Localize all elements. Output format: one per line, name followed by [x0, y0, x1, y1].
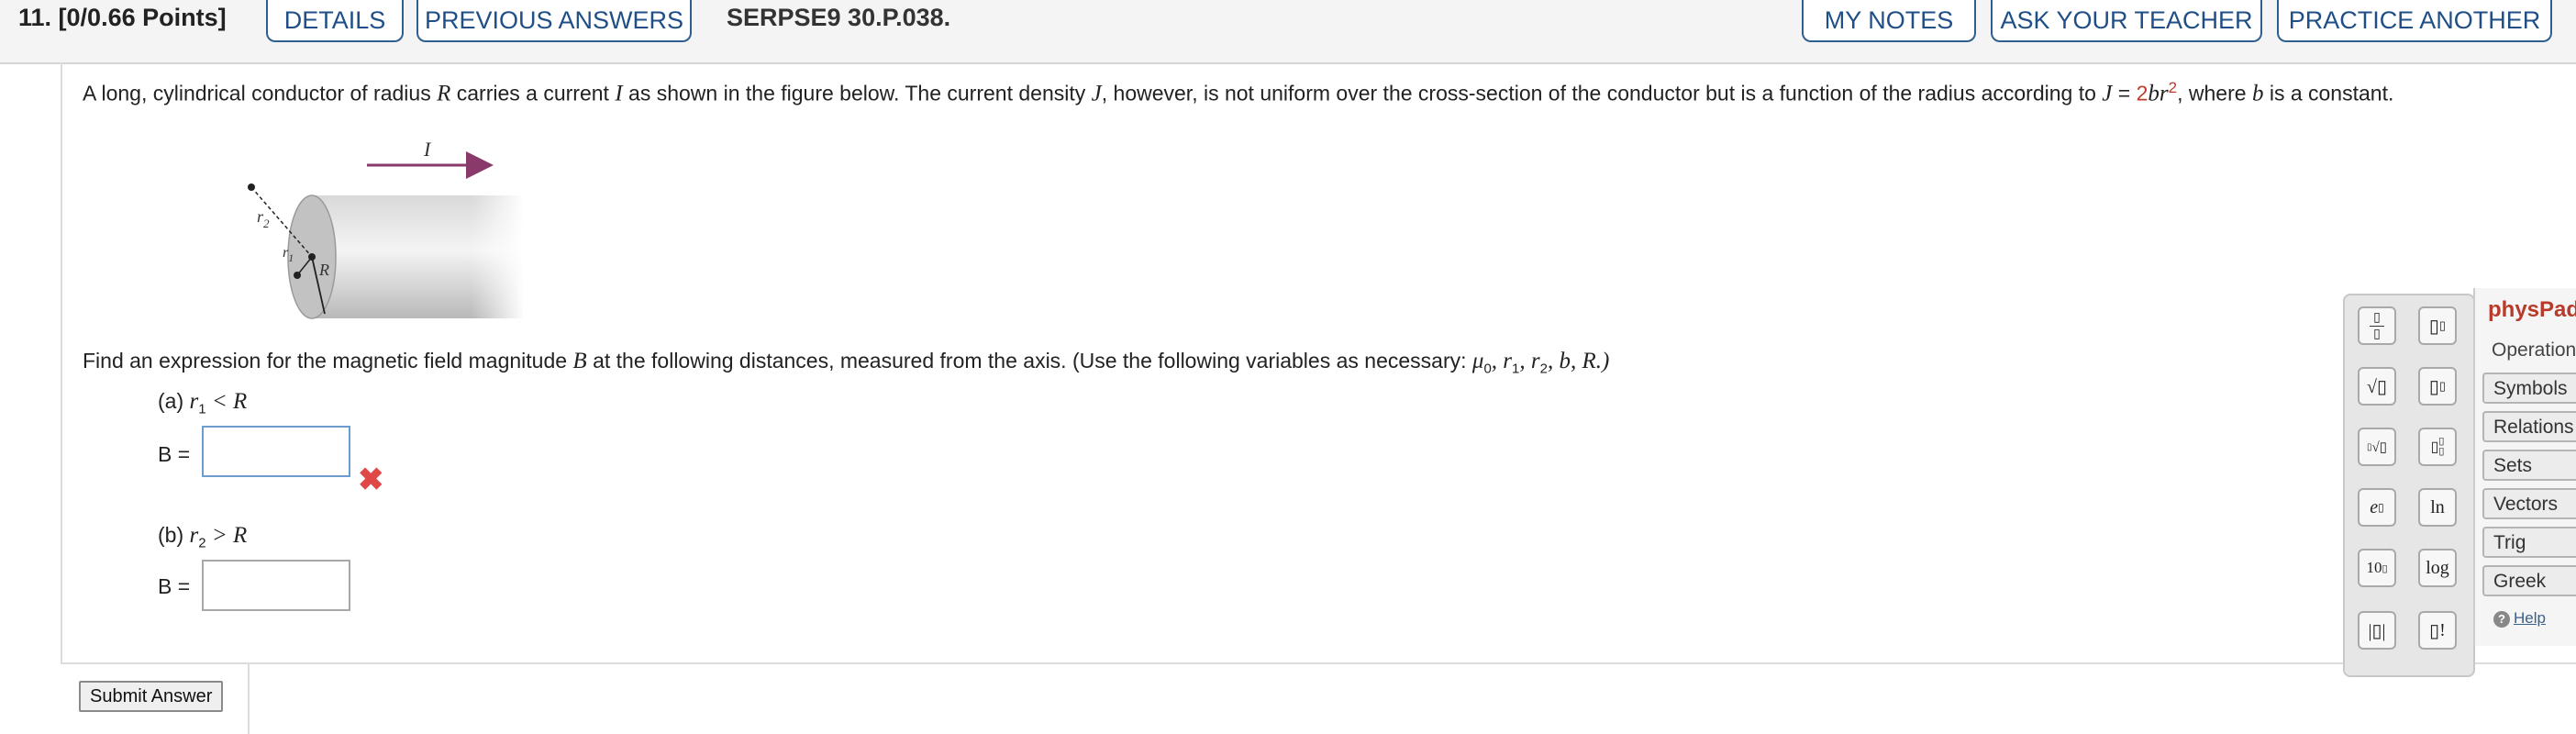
coefficient: 2: [2136, 81, 2149, 106]
operations-label: Operations: [2492, 339, 2576, 361]
problem-text: as shown in the figure below. The curren…: [622, 81, 1092, 106]
condition: < R: [205, 389, 248, 414]
question-header: 11. [0/0.66 Points] DETAILS PREVIOUS ANS…: [0, 0, 2576, 64]
var-R: R: [437, 81, 451, 106]
exp-key[interactable]: e ▯: [2358, 488, 2396, 527]
R-label: R: [318, 261, 329, 279]
answer-input-b[interactable]: [202, 560, 350, 611]
part-a-B-label: B =: [158, 442, 191, 466]
problem-text: carries a current: [450, 81, 616, 106]
practice-another-button[interactable]: PRACTICE ANOTHER: [2277, 0, 2552, 42]
tab-sets[interactable]: Sets: [2482, 450, 2576, 481]
key-text: 10: [2366, 559, 2382, 576]
var-br: br: [2148, 81, 2169, 106]
current-label: I: [423, 138, 432, 161]
sub-superscript-key[interactable]: ▯ ▯ ▯: [2418, 428, 2457, 466]
submit-answer-button[interactable]: Submit Answer: [79, 681, 224, 712]
subscript: 0: [1483, 361, 1492, 377]
conductor-figure: I r2 r1 R: [248, 138, 525, 319]
var-r1: , r: [1491, 349, 1513, 373]
part-label: (a): [158, 389, 190, 413]
question-points: 11. [0/0.66 Points]: [18, 4, 227, 31]
key-text: e: [2370, 496, 2379, 517]
subscript: 2: [1539, 361, 1548, 377]
var-r: r: [189, 523, 199, 548]
abs-key[interactable]: |▯|: [2358, 611, 2396, 650]
var-J: J: [2102, 81, 2113, 106]
find-instruction: Find an expression for the magnetic fiel…: [83, 349, 1609, 377]
math-keypad: ▯ ▯ ▯ ▯ √▯ ▯ ▯ ▯ √▯ ▯ ▯ ▯ e ▯ ln 10 ▯ log |▯| ▯!: [2343, 294, 2475, 677]
sqrt-key[interactable]: √▯: [2358, 367, 2396, 406]
part-b-label: (b) r2 > R: [158, 523, 247, 551]
var-list-end: , b, R.): [1547, 349, 1610, 373]
var-J: J: [1091, 81, 1102, 106]
title-part: Pad: [2539, 297, 2576, 322]
tab-symbols[interactable]: Symbols: [2482, 373, 2576, 404]
var-B: B: [572, 349, 587, 373]
help-link[interactable]: ? Help: [2493, 609, 2546, 628]
problem-text: , however, is not uniform over the cross…: [1101, 81, 2103, 106]
my-notes-button[interactable]: MY NOTES: [1802, 0, 1976, 42]
nth-root-key[interactable]: ▯ √▯: [2358, 428, 2396, 466]
previous-answers-button[interactable]: PREVIOUS ANSWERS: [416, 0, 692, 42]
factorial-key[interactable]: ▯!: [2418, 611, 2457, 650]
var-b: b: [2251, 81, 2264, 106]
power-key[interactable]: ▯ ▯: [2418, 306, 2457, 345]
ask-your-teacher-button[interactable]: ASK YOUR TEACHER: [1991, 0, 2262, 42]
var-I: I: [615, 81, 623, 106]
physpad-title: physPad: [2488, 297, 2576, 323]
tab-vectors[interactable]: Vectors: [2482, 488, 2576, 519]
var-r2: , r: [1519, 349, 1540, 373]
subscript: 1: [198, 401, 206, 417]
cylinder: [287, 195, 525, 319]
ln-key[interactable]: ln: [2418, 488, 2457, 527]
assignment-code: SERPSE9 30.P.038.: [727, 4, 951, 31]
answer-input-a[interactable]: [202, 426, 350, 477]
incorrect-icon: ✖: [358, 462, 384, 497]
equals: =: [2112, 81, 2137, 106]
var-mu: μ: [1471, 349, 1484, 373]
exponent: 2: [2168, 79, 2178, 96]
tab-greek[interactable]: Greek: [2482, 565, 2576, 596]
fraction-key[interactable]: ▯ ▯: [2358, 306, 2396, 345]
log-key[interactable]: log: [2418, 549, 2457, 587]
physpad-panel: physPad Operations Symbols Relations Set…: [2473, 288, 2576, 646]
details-button[interactable]: DETAILS: [266, 0, 404, 42]
ten-power-key[interactable]: 10 ▯: [2358, 549, 2396, 587]
help-text: Help: [2514, 609, 2546, 627]
part-a-label: (a) r1 < R: [158, 389, 247, 417]
instruction-text: Find an expression for the magnetic fiel…: [83, 349, 573, 373]
part-label: (b): [158, 523, 190, 547]
problem-text: A long, cylindrical conductor of radius: [83, 81, 438, 106]
subscript: 2: [198, 535, 206, 551]
part-b-B-label: B =: [158, 574, 191, 598]
subscript-key[interactable]: ▯ ▯: [2418, 367, 2457, 406]
condition: > R: [205, 523, 248, 548]
title-part: phys: [2488, 297, 2540, 322]
key-text: !: [2439, 619, 2446, 640]
help-icon: ?: [2493, 611, 2510, 628]
tab-relations[interactable]: Relations: [2482, 411, 2576, 442]
problem-text: , where: [2177, 81, 2252, 106]
tab-trig[interactable]: Trig: [2482, 527, 2576, 558]
problem-statement: A long, cylindrical conductor of radius …: [83, 79, 2393, 107]
problem-text: is a constant.: [2263, 81, 2394, 106]
var-r: r: [189, 389, 199, 414]
r2-label: r2: [257, 207, 270, 230]
instruction-text: at the following distances, measured fro…: [586, 349, 1472, 373]
